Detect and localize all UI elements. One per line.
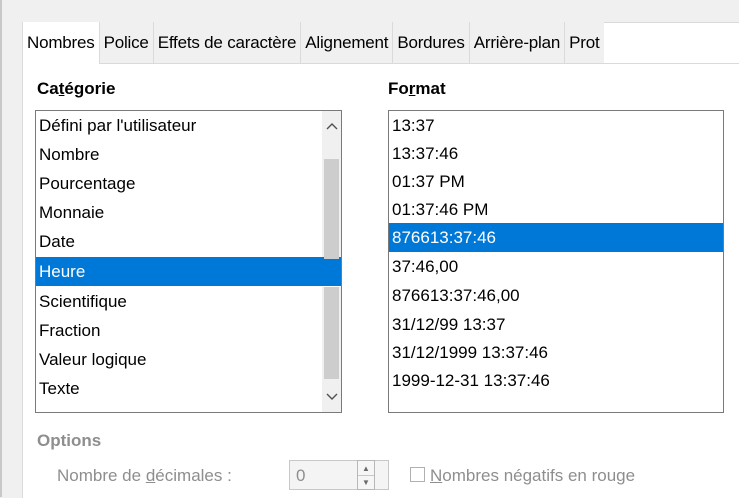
tab-label: Police: [103, 32, 149, 52]
category-item[interactable]: Pourcentage: [36, 169, 324, 198]
category-item[interactable]: Texte: [36, 374, 324, 403]
tab-label: Effets de caractère: [157, 32, 297, 52]
tab-label: Bordures: [397, 32, 465, 52]
format-item[interactable]: 31/12/1999 13:37:46: [389, 338, 723, 367]
window-edge: [0, 0, 2, 497]
label-text: Nombre de: [57, 466, 146, 485]
category-item[interactable]: Valeur logique: [36, 345, 324, 374]
format-item-selected[interactable]: 876613:37:46: [389, 223, 723, 252]
scroll-up-icon[interactable]: [322, 111, 341, 141]
negative-red-checkbox[interactable]: [410, 467, 425, 482]
category-item[interactable]: Défini par l'utilisateur: [36, 111, 324, 140]
format-item[interactable]: 876613:37:46,00: [389, 281, 723, 310]
format-item[interactable]: 1999-12-31 13:37:46: [389, 366, 723, 395]
label-text: ombres négatifs en rouge: [442, 466, 636, 485]
format-item[interactable]: 13:37:46: [389, 139, 723, 168]
category-item[interactable]: Fraction: [36, 316, 324, 345]
tab-bar-filler: [603, 22, 739, 64]
tab-label: Arrière-plan: [473, 32, 561, 52]
decimals-spinbox[interactable]: 0 ▲ ▼: [289, 460, 389, 490]
decimals-label: Nombre de décimales :: [57, 466, 232, 486]
format-item[interactable]: 01:37:46 PM: [389, 195, 723, 224]
format-item[interactable]: 37:46,00: [389, 252, 723, 281]
tab-label: Nombres: [27, 33, 95, 52]
tab-alignement[interactable]: Alignement: [301, 22, 394, 64]
scroll-thumb[interactable]: [324, 159, 339, 259]
label-text: écimales :: [155, 466, 232, 485]
category-item[interactable]: Scientifique: [36, 287, 324, 316]
format-item[interactable]: 01:37 PM: [389, 167, 723, 196]
category-item-selected[interactable]: Heure: [36, 257, 341, 286]
tab-protection[interactable]: Prot: [565, 22, 604, 64]
category-item[interactable]: Date: [36, 227, 324, 256]
heading-text: égorie: [64, 79, 116, 98]
tab-nombres[interactable]: Nombres: [22, 22, 100, 64]
decimals-value[interactable]: 0: [296, 466, 305, 486]
heading-text: mat: [415, 79, 446, 98]
tab-effets-de-caractere[interactable]: Effets de caractère: [153, 22, 302, 64]
category-scrollbar-lower: [322, 287, 341, 412]
options-heading: Options: [37, 431, 102, 450]
tab-label: Prot: [569, 32, 600, 52]
heading-text: Ca: [37, 79, 59, 98]
category-heading: Catégorie: [37, 79, 115, 99]
format-listbox[interactable]: 13:37 13:37:46 01:37 PM 01:37:46 PM 8766…: [388, 110, 724, 413]
spin-down-icon[interactable]: ▼: [358, 475, 374, 489]
negative-red-label[interactable]: Nombres négatifs en rouge: [430, 466, 635, 486]
tab-bordures[interactable]: Bordures: [393, 22, 470, 64]
spin-up-icon[interactable]: ▲: [358, 461, 374, 476]
format-item[interactable]: 13:37: [389, 111, 723, 140]
tab-bar: Nombres Police Effets de caractère Align…: [22, 22, 739, 64]
category-item[interactable]: Nombre: [36, 140, 324, 169]
category-item[interactable]: Monnaie: [36, 198, 324, 227]
label-mnemonic: d: [145, 466, 156, 485]
heading-text: Fo: [388, 79, 409, 98]
label-mnemonic: N: [430, 466, 443, 485]
spin-buttons: ▲ ▼: [357, 460, 375, 490]
category-listbox[interactable]: Défini par l'utilisateur Nombre Pourcent…: [35, 110, 342, 413]
format-heading: Format: [388, 79, 446, 99]
tab-label: Alignement: [305, 32, 389, 52]
format-item[interactable]: 31/12/99 13:37: [389, 310, 723, 339]
tab-police[interactable]: Police: [99, 22, 154, 64]
scroll-down-icon[interactable]: [322, 382, 341, 412]
tab-arriere-plan[interactable]: Arrière-plan: [469, 22, 566, 64]
scroll-thumb[interactable]: [324, 287, 339, 379]
